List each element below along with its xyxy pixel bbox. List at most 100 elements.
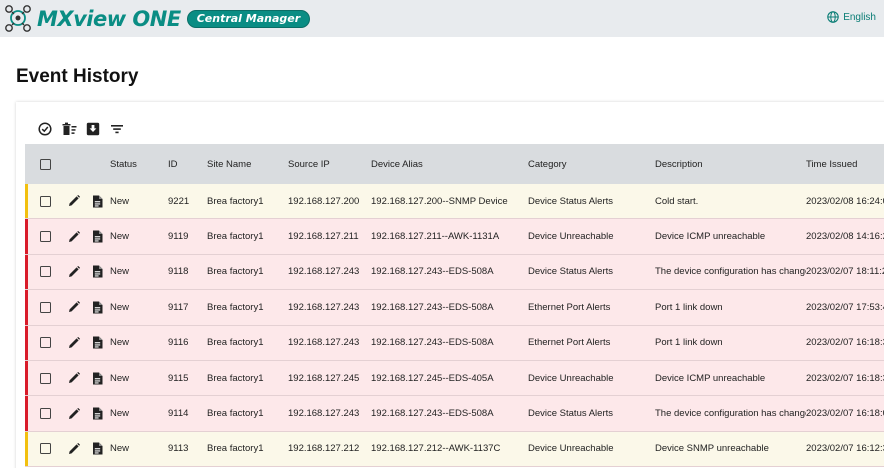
row-checkbox-cell xyxy=(25,195,63,207)
export-button[interactable] xyxy=(85,121,101,137)
event-table: Status ID Site Name Source IP Device Ali… xyxy=(25,144,884,468)
pencil-icon xyxy=(69,230,80,242)
cell-description: The device configuration has changed. xyxy=(655,408,806,420)
brand-badge: Central Manager xyxy=(186,10,311,28)
cell-source-ip: 192.168.127.243 xyxy=(288,337,360,349)
row-checkbox[interactable] xyxy=(39,372,51,384)
cell-id: 9115 xyxy=(168,372,189,384)
table-toolbar xyxy=(37,121,125,137)
details-button[interactable] xyxy=(85,195,110,208)
table-body: New 9221 Brea factory1 192.168.127.200 192.1… xyxy=(25,184,884,468)
acknowledge-icon xyxy=(38,122,52,136)
cell-time-issued: 2023/02/07 16:18:3 xyxy=(806,337,884,349)
details-button[interactable] xyxy=(85,442,110,455)
filter-icon xyxy=(111,125,123,134)
cell-site-name: Brea factory1 xyxy=(207,195,264,207)
column-header-category[interactable]: Category xyxy=(528,159,655,170)
moxa-logo-icon xyxy=(5,5,31,32)
cell-device-alias: 192.168.127.211--AWK-1131A xyxy=(371,231,500,243)
cell-site-name: Brea factory1 xyxy=(207,266,264,278)
select-all-checkbox[interactable] xyxy=(39,158,51,170)
table-row[interactable]: New 9113 Brea factory1 192.168.127.212 192.1… xyxy=(25,431,884,468)
details-button[interactable] xyxy=(85,336,110,349)
cell-time-issued: 2023/02/07 18:11:2 xyxy=(806,266,884,278)
cell-source-ip: 192.168.127.245 xyxy=(288,372,360,384)
details-button[interactable] xyxy=(85,265,110,278)
cell-id: 9117 xyxy=(168,301,189,313)
column-header-source-ip[interactable]: Source IP xyxy=(288,159,371,170)
delete-list-icon xyxy=(62,122,76,135)
severity-indicator xyxy=(25,431,28,467)
edit-button[interactable] xyxy=(63,336,85,349)
cell-source-ip: 192.168.127.200 xyxy=(288,195,360,207)
cell-description: The device configuration has changed. xyxy=(655,266,806,278)
cell-category: Device Unreachable xyxy=(528,231,614,243)
edit-button[interactable] xyxy=(63,372,85,384)
row-checkbox[interactable] xyxy=(39,301,51,313)
table-row[interactable]: New 9117 Brea factory1 192.168.127.243 192.1… xyxy=(25,290,884,326)
edit-button[interactable] xyxy=(63,301,85,313)
edit-button[interactable] xyxy=(63,442,85,455)
export-icon xyxy=(86,122,100,136)
cell-status: New xyxy=(110,372,130,384)
edit-button[interactable] xyxy=(63,407,85,420)
row-checkbox[interactable] xyxy=(39,231,51,243)
edit-button[interactable] xyxy=(63,265,85,278)
language-label: English xyxy=(843,11,876,23)
column-header-site-name[interactable]: Site Name xyxy=(207,159,288,170)
delete-button[interactable] xyxy=(61,121,77,137)
edit-button[interactable] xyxy=(63,195,85,207)
column-header-status[interactable]: Status xyxy=(110,159,168,170)
cell-id: 9116 xyxy=(168,337,189,349)
details-button[interactable] xyxy=(85,230,110,243)
row-checkbox[interactable] xyxy=(39,337,51,349)
table-row[interactable]: New 9114 Brea factory1 192.168.127.243 192.1… xyxy=(25,396,884,432)
row-checkbox-cell xyxy=(25,443,63,455)
cell-id: 9119 xyxy=(168,231,189,243)
acknowledge-button[interactable] xyxy=(37,121,53,137)
row-checkbox-cell xyxy=(25,231,63,243)
column-header-time-issued[interactable]: Time Issued xyxy=(806,159,884,170)
table-row[interactable]: New 9116 Brea factory1 192.168.127.243 192.1… xyxy=(25,325,884,361)
row-checkbox-cell xyxy=(25,337,63,349)
row-checkbox-cell xyxy=(25,408,63,420)
details-button[interactable] xyxy=(85,301,110,314)
table-row[interactable]: New 9119 Brea factory1 192.168.127.211 192.1… xyxy=(25,219,884,255)
cell-status: New xyxy=(110,408,130,420)
column-header-device-alias[interactable]: Device Alias xyxy=(371,159,528,170)
row-checkbox-cell xyxy=(25,372,63,384)
table-row[interactable]: New 9118 Brea factory1 192.168.127.243 192.1… xyxy=(25,254,884,291)
filter-button[interactable] xyxy=(109,121,125,137)
cell-description: Device ICMP unreachable xyxy=(655,372,766,384)
details-button[interactable] xyxy=(85,372,110,385)
cell-id: 9114 xyxy=(168,408,189,420)
cell-time-issued: 2023/02/07 17:53:4 xyxy=(806,301,884,313)
cell-description: Device ICMP unreachable xyxy=(655,231,766,243)
table-row[interactable]: New 9115 Brea factory1 192.168.127.245 192.1… xyxy=(25,360,884,397)
cell-category: Ethernet Port Alerts xyxy=(528,301,611,313)
severity-indicator xyxy=(25,184,28,219)
cell-device-alias: 192.168.127.200--SNMP Device xyxy=(371,195,508,207)
cell-category: Device Status Alerts xyxy=(528,266,614,278)
edit-button[interactable] xyxy=(63,230,85,243)
row-checkbox[interactable] xyxy=(39,266,51,278)
column-header-id[interactable]: ID xyxy=(168,159,207,170)
details-button[interactable] xyxy=(85,407,110,420)
pencil-icon xyxy=(69,265,80,277)
severity-indicator xyxy=(25,325,28,360)
row-checkbox[interactable] xyxy=(39,408,51,420)
language-selector[interactable]: English xyxy=(827,11,876,23)
cell-time-issued: 2023/02/08 16:24:0 xyxy=(806,195,884,207)
pencil-icon xyxy=(69,336,80,348)
column-header-description[interactable]: Description xyxy=(655,159,806,170)
cell-id: 9118 xyxy=(168,266,189,278)
row-checkbox[interactable] xyxy=(39,195,51,207)
cell-device-alias: 192.168.127.243--EDS-508A xyxy=(371,337,494,349)
cell-device-alias: 192.168.127.243--EDS-508A xyxy=(371,408,494,420)
severity-indicator xyxy=(25,254,28,290)
cell-source-ip: 192.168.127.211 xyxy=(288,231,359,243)
cell-site-name: Brea factory1 xyxy=(207,372,264,384)
row-checkbox[interactable] xyxy=(39,443,51,455)
cell-device-alias: 192.168.127.243--EDS-508A xyxy=(371,301,494,313)
table-row[interactable]: New 9221 Brea factory1 192.168.127.200 192.1… xyxy=(25,184,884,220)
